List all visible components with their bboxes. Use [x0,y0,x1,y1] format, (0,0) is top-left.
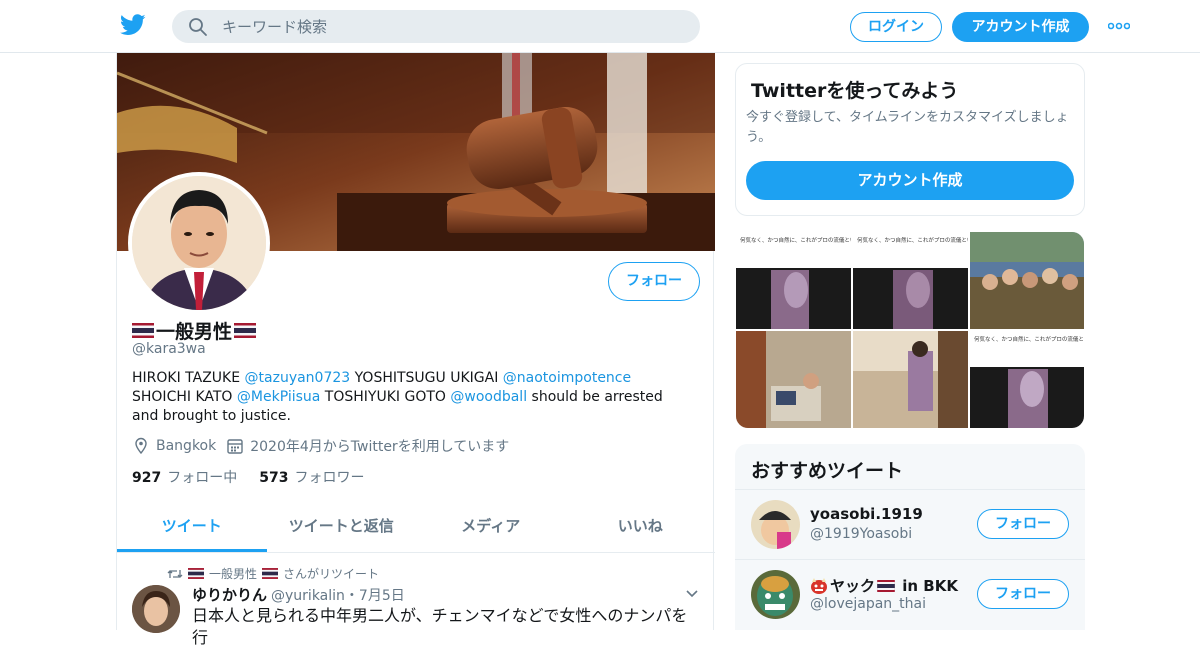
profile-display-name: 一般男性 [132,317,257,344]
display-name-text: 一般男性 [156,321,233,343]
more-dots-icon[interactable] [1108,22,1130,30]
tweet-header: ゆりかりん @yurikalin・7月5日 [192,584,405,605]
media-caption: 何気なく、かつ自然に、これがプロの流儀というものでしょう。さすがですwww [740,236,851,244]
tweet-item[interactable]: 一般男性 さんがリツイート ゆりかりん @yurikalin・7月5日 日本人と見… [117,553,715,647]
login-button[interactable]: ログイン [850,12,942,42]
profile-stats: 927 フォロー中 573 フォロワー [132,467,364,487]
media-thumbnail[interactable]: 何気なく、かつ自然に、これがプロの流儀というものでしょう。さすがですwww [736,232,851,329]
recommended-user-name-text: ヤック [830,577,876,595]
tweet-text: 日本人と見られる中年男二人が、チェンマイなどで女性へのナンパを行 [192,606,688,647]
retweet-icon [167,569,183,578]
media-thumbnail[interactable] [736,331,851,428]
bio-text: HIROKI TAZUKE [132,370,245,386]
thailand-flag-icon [877,579,895,592]
profile-meta: Bangkok 2020年4月からTwitterを利用しています [132,436,509,456]
signup-button[interactable]: アカウント作成 [952,12,1089,42]
followers-count: 573 [259,470,289,486]
bio-mention-link[interactable]: @tazuyan0723 [245,370,351,386]
recommended-user-avatar[interactable] [751,500,800,549]
retweeter-name[interactable]: 一般男性 [209,565,257,582]
twitter-bird-icon[interactable] [120,14,146,36]
ogre-mask-icon [811,577,827,594]
tweet-author-avatar[interactable] [132,585,180,633]
tweet-date[interactable]: ・7月5日 [345,588,405,604]
following-stat[interactable]: 927 フォロー中 [132,467,237,487]
media-thumbnail[interactable] [970,232,1084,329]
following-label: フォロー中 [167,470,238,486]
recommended-follow-button[interactable]: フォロー [977,579,1069,609]
media-caption: 何気なく、かつ自然に、これがプロの流儀というものでしょう。さすがですwww [857,236,968,244]
location-pin-icon [135,437,147,455]
profile-column: フォロー 一般男性 @kara3wa HIROKI TAZUKE @tazuya… [116,53,715,647]
recommended-user-name-suffix: in BKK [897,576,958,595]
thailand-flag-icon [234,323,257,338]
profile-join-date: 2020年4月からTwitterを利用しています [250,439,510,455]
search-box[interactable] [172,10,700,43]
media-thumbnail[interactable] [853,331,968,428]
bio-text: TOSHIYUKI GOTO [320,389,451,405]
signup-card-title: Twitterを使ってみよう [751,80,959,102]
bio-mention-link[interactable]: @naotoimpotence [503,370,631,386]
calendar-icon [227,439,243,454]
profile-handle: @kara3wa [132,341,206,357]
recommended-user-handle: @1919Yoasobi [810,526,913,542]
signup-card-text: 今すぐ登録して、タイムラインをカスタマイズしましょう。 [746,110,1069,145]
thailand-flag-icon [188,568,204,579]
bio-mention-link[interactable]: @woodball [450,389,527,405]
bio-mention-link[interactable]: @MekPiisua [237,389,320,405]
tab-media[interactable]: メディア [416,503,566,552]
tweet-author-name[interactable]: ゆりかりん [192,586,267,604]
following-count: 927 [132,470,162,486]
tweet-author-handle[interactable]: @yurikalin [271,588,345,604]
followers-stat[interactable]: 573 フォロワー [259,467,364,487]
followers-label: フォロワー [294,470,365,486]
recommended-user-name[interactable]: ヤック in BKK [810,575,958,596]
search-icon [189,18,207,36]
top-navigation-bar: ログイン アカウント作成 [0,0,1200,53]
recommended-user-avatar[interactable] [751,570,800,619]
recommended-title: おすすめツイート [751,460,904,482]
recommended-follow-button[interactable]: フォロー [977,509,1069,539]
thailand-flag-icon [262,568,279,579]
profile-bio: HIROKI TAZUKE @tazuyan0723 YOSHITSUGU UK… [132,369,692,426]
recommended-user-name[interactable]: yoasobi.1919 [810,505,923,523]
profile-avatar[interactable] [128,172,270,314]
tab-likes[interactable]: いいね [566,503,716,552]
tab-tweets[interactable]: ツイート [117,503,267,552]
recommended-tweets-panel: おすすめツイート yoasobi.1919 @1919Yoasobi フォロー [735,444,1085,630]
follow-button[interactable]: フォロー [608,262,700,301]
signup-card-button[interactable]: アカウント作成 [746,161,1074,200]
profile-tabs: ツイート ツイートと返信 メディア いいね [117,503,715,553]
media-thumbnail[interactable]: 何気なく、かつ自然に、これがプロの流儀というものでしょう。さすがですwww [970,331,1084,428]
media-caption: 何気なく、かつ自然に、これがプロの流儀というものでしょう。さすがですwww [974,335,1084,343]
recommended-user-name-text: yoasobi.1919 [810,505,923,523]
recommended-user[interactable]: ヤック in BKK @lovejapan_thai フォロー [735,559,1085,628]
bio-text: YOSHITSUGU UKIGAI [350,370,503,386]
profile-location: Bangkok [156,438,217,454]
retweet-suffix: さんがリツイート [283,567,380,581]
search-input[interactable] [222,10,682,43]
media-gallery: 何気なく、かつ自然に、これがプロの流儀というものでしょう。さすがですwww 何気… [736,232,1084,428]
recommended-user[interactable]: yoasobi.1919 @1919Yoasobi フォロー [735,489,1085,558]
retweet-context: 一般男性 さんがリツイート [167,565,379,582]
bio-text: SHOICHI KATO [132,389,237,405]
signup-card: Twitterを使ってみよう 今すぐ登録して、タイムラインをカスタマイズしましょ… [735,63,1085,216]
recommended-user-handle: @lovejapan_thai [810,596,926,612]
media-thumbnail[interactable]: 何気なく、かつ自然に、これがプロの流儀というものでしょう。さすがですwww [853,232,968,329]
tab-tweets-and-replies[interactable]: ツイートと返信 [267,503,417,552]
thailand-flag-icon [132,323,154,338]
chevron-down-icon[interactable] [685,589,699,599]
